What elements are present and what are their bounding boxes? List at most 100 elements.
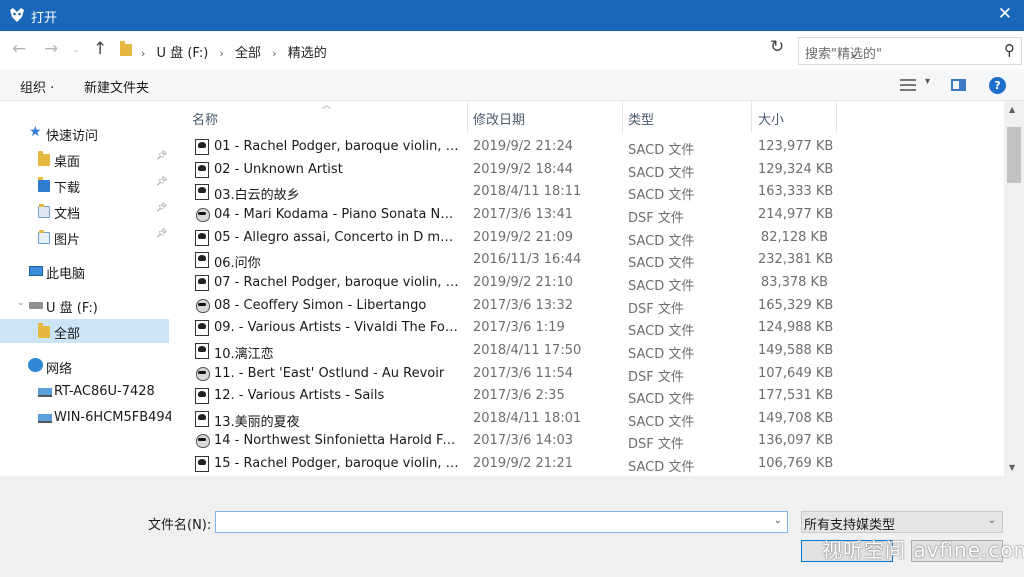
search-icon[interactable]: ⚲ — [1004, 41, 1015, 59]
scroll-thumb[interactable] — [1007, 127, 1021, 183]
file-row[interactable]: 15 - Rachel Podger, baroque violin, A...… — [172, 453, 1004, 475]
chevron-down-icon[interactable]: ⌄ — [988, 515, 996, 526]
nav-item-pictures[interactable]: 图片 📌︎ — [0, 225, 171, 249]
address-bar[interactable]: › U 盘 (F:) › 全部 › 精选的 ⌄ — [112, 37, 859, 63]
file-name: 07 - Rachel Podger, baroque violin, A... — [214, 274, 460, 290]
file-name: 02 - Unknown Artist — [214, 161, 343, 177]
file-type: SACD 文件 — [628, 165, 695, 181]
file-row[interactable]: 03.白云的故乡 2018/4/11 18:11 SACD 文件 163,333 KB — [172, 181, 1004, 203]
file-type: SACD 文件 — [628, 346, 695, 362]
recent-dropdown-icon[interactable]: ⌄ — [72, 45, 80, 55]
column-header-date[interactable]: 修改日期 — [473, 109, 525, 128]
column-divider[interactable] — [467, 101, 468, 133]
file-row[interactable]: 01 - Rachel Podger, baroque violin, A...… — [172, 136, 1004, 158]
new-folder-button[interactable]: 新建文件夹 — [84, 77, 149, 96]
file-name: 13.美丽的夏夜 — [214, 414, 300, 430]
breadcrumb: › U 盘 (F:) › 全部 › 精选的 — [141, 42, 327, 61]
sort-up-icon: ︿ — [322, 101, 332, 111]
nav-this-pc[interactable]: 此电脑 — [0, 259, 171, 283]
filename-label: 文件名(N): — [148, 518, 212, 533]
file-type: SACD 文件 — [628, 256, 695, 272]
scroll-up-icon[interactable]: ▲ — [1009, 105, 1015, 114]
breadcrumb-separator: › — [219, 47, 224, 60]
column-divider[interactable] — [836, 101, 837, 133]
breadcrumb-separator: › — [272, 47, 277, 60]
sacd-file-icon — [195, 252, 209, 269]
vertical-scrollbar[interactable]: ▲ ▼ — [1004, 101, 1024, 476]
column-header-type[interactable]: 类型 — [628, 109, 654, 128]
nav-label: 此电脑 — [46, 267, 86, 282]
file-size: 82,128 KB — [760, 229, 828, 245]
pin-icon[interactable]: 📌︎ — [156, 203, 167, 213]
column-header-name[interactable]: 名称 — [192, 109, 218, 128]
up-arrow-icon[interactable]: ↑ — [93, 39, 107, 59]
help-icon[interactable]: ? — [989, 77, 1006, 94]
nav-item-desktop[interactable]: 桌面 📌︎ — [0, 147, 171, 171]
search-input[interactable]: 搜索"精选的" ⚲ — [798, 37, 1022, 65]
column-divider[interactable] — [622, 101, 623, 133]
file-type: DSF 文件 — [628, 437, 684, 453]
file-size: 163,333 KB — [758, 184, 834, 200]
pin-icon[interactable]: 📌︎ — [156, 151, 167, 161]
file-row[interactable]: 06.问你 2016/11/3 16:44 SACD 文件 232,381 KB — [172, 249, 1004, 271]
preview-pane-icon[interactable] — [951, 79, 966, 91]
file-size: 106,769 KB — [758, 456, 834, 472]
file-row[interactable]: 07 - Rachel Podger, baroque violin, A...… — [172, 272, 1004, 294]
file-row[interactable]: 14 - Northwest Sinfonietta Harold Far...… — [172, 430, 1004, 452]
file-date: 2017/3/6 14:03 — [473, 433, 573, 449]
scroll-down-icon[interactable]: ▼ — [1009, 463, 1015, 472]
nav-network[interactable]: 网络 — [0, 354, 171, 378]
file-row[interactable]: 13.美丽的夏夜 2018/4/11 18:01 SACD 文件 149,708 KB — [172, 408, 1004, 430]
nav-label: 下载 — [54, 181, 81, 196]
view-dropdown-icon[interactable]: ▾ — [925, 76, 930, 87]
pin-icon[interactable]: 📌︎ — [156, 177, 167, 187]
file-type: SACD 文件 — [628, 460, 695, 476]
organize-button[interactable]: 组织 · — [20, 77, 54, 96]
nav-item-rt-ac86u[interactable]: RT-AC86U-7428 — [0, 380, 171, 404]
file-size: 129,324 KB — [758, 161, 834, 177]
file-row[interactable]: 12. - Various Artists - Sails 2017/3/6 2:… — [172, 385, 1004, 407]
file-name: 08 - Ceoffery Simon - Libertango — [214, 297, 427, 313]
nav-item-documents[interactable]: 文档 📌︎ — [0, 199, 171, 223]
file-row[interactable]: 11. - Bert 'East' Ostlund - Au Revoir 201… — [172, 363, 1004, 385]
filename-input[interactable]: ⌄ — [215, 511, 788, 533]
column-header-size[interactable]: 大小 — [758, 109, 784, 128]
back-arrow-icon[interactable]: ← — [12, 39, 26, 59]
file-row[interactable]: 05 - Allegro assai, Concerto in D maj...… — [172, 227, 1004, 249]
column-divider[interactable] — [751, 101, 752, 133]
chevron-down-icon[interactable]: ⌄ — [774, 515, 782, 526]
nav-label: U 盘 (F:) — [46, 301, 98, 316]
file-row[interactable]: 04 - Mari Kodama - Piano Sonata No.... 20… — [172, 204, 1004, 226]
breadcrumb-drive[interactable]: U 盘 (F:) — [157, 46, 209, 61]
file-row[interactable]: 08 - Ceoffery Simon - Libertango 2017/3/6… — [172, 295, 1004, 317]
file-row[interactable]: 02 - Unknown Artist 2019/9/2 18:44 SACD 文件… — [172, 159, 1004, 181]
address-row: ← → ⌄ ↑ › U 盘 (F:) › 全部 › 精选的 ⌄ ↻ 搜索"精选的… — [0, 31, 1024, 69]
view-options-icon[interactable] — [900, 79, 916, 91]
file-date: 2017/3/6 11:54 — [473, 365, 573, 381]
dsf-file-icon — [195, 366, 210, 382]
nav-item-downloads[interactable]: 下载 📌︎ — [0, 173, 171, 197]
file-row[interactable]: 09. - Various Artists - Vivaldi The Fou.… — [172, 317, 1004, 339]
folder-icon — [38, 323, 50, 338]
nav-item-win-6hcm5fb494[interactable]: WIN-6HCM5FB494 — [0, 406, 171, 430]
file-type: SACD 文件 — [628, 278, 695, 294]
download-icon — [38, 177, 50, 192]
file-date: 2017/3/6 13:41 — [473, 206, 573, 222]
chevron-down-icon[interactable]: ⌄ — [17, 298, 25, 308]
breadcrumb-featured[interactable]: 精选的 — [288, 46, 327, 61]
pin-icon[interactable]: 📌︎ — [156, 229, 167, 239]
forward-arrow-icon[interactable]: → — [44, 39, 58, 59]
file-name: 14 - Northwest Sinfonietta Harold Far... — [214, 433, 460, 449]
file-date: 2018/4/11 17:50 — [473, 342, 582, 358]
refresh-icon[interactable]: ↻ — [770, 37, 784, 57]
nav-item-all[interactable]: 全部 — [0, 319, 169, 343]
breadcrumb-all[interactable]: 全部 — [235, 46, 261, 61]
nav-quick-access[interactable]: ★ 快速访问 — [0, 121, 171, 145]
file-size: 165,329 KB — [758, 297, 834, 313]
nav-drive-f[interactable]: ⌄ U 盘 (F:) — [0, 293, 171, 317]
file-row[interactable]: 10.漓江恋 2018/4/11 17:50 SACD 文件 149,588 KB — [172, 340, 1004, 362]
nav-label: 网络 — [46, 362, 73, 377]
watermark: 视听空间 avfine.com — [822, 538, 1024, 562]
close-icon[interactable]: ✕ — [998, 4, 1012, 24]
file-type-filter[interactable]: 所有支持媒类型 ⌄ — [801, 511, 1003, 533]
